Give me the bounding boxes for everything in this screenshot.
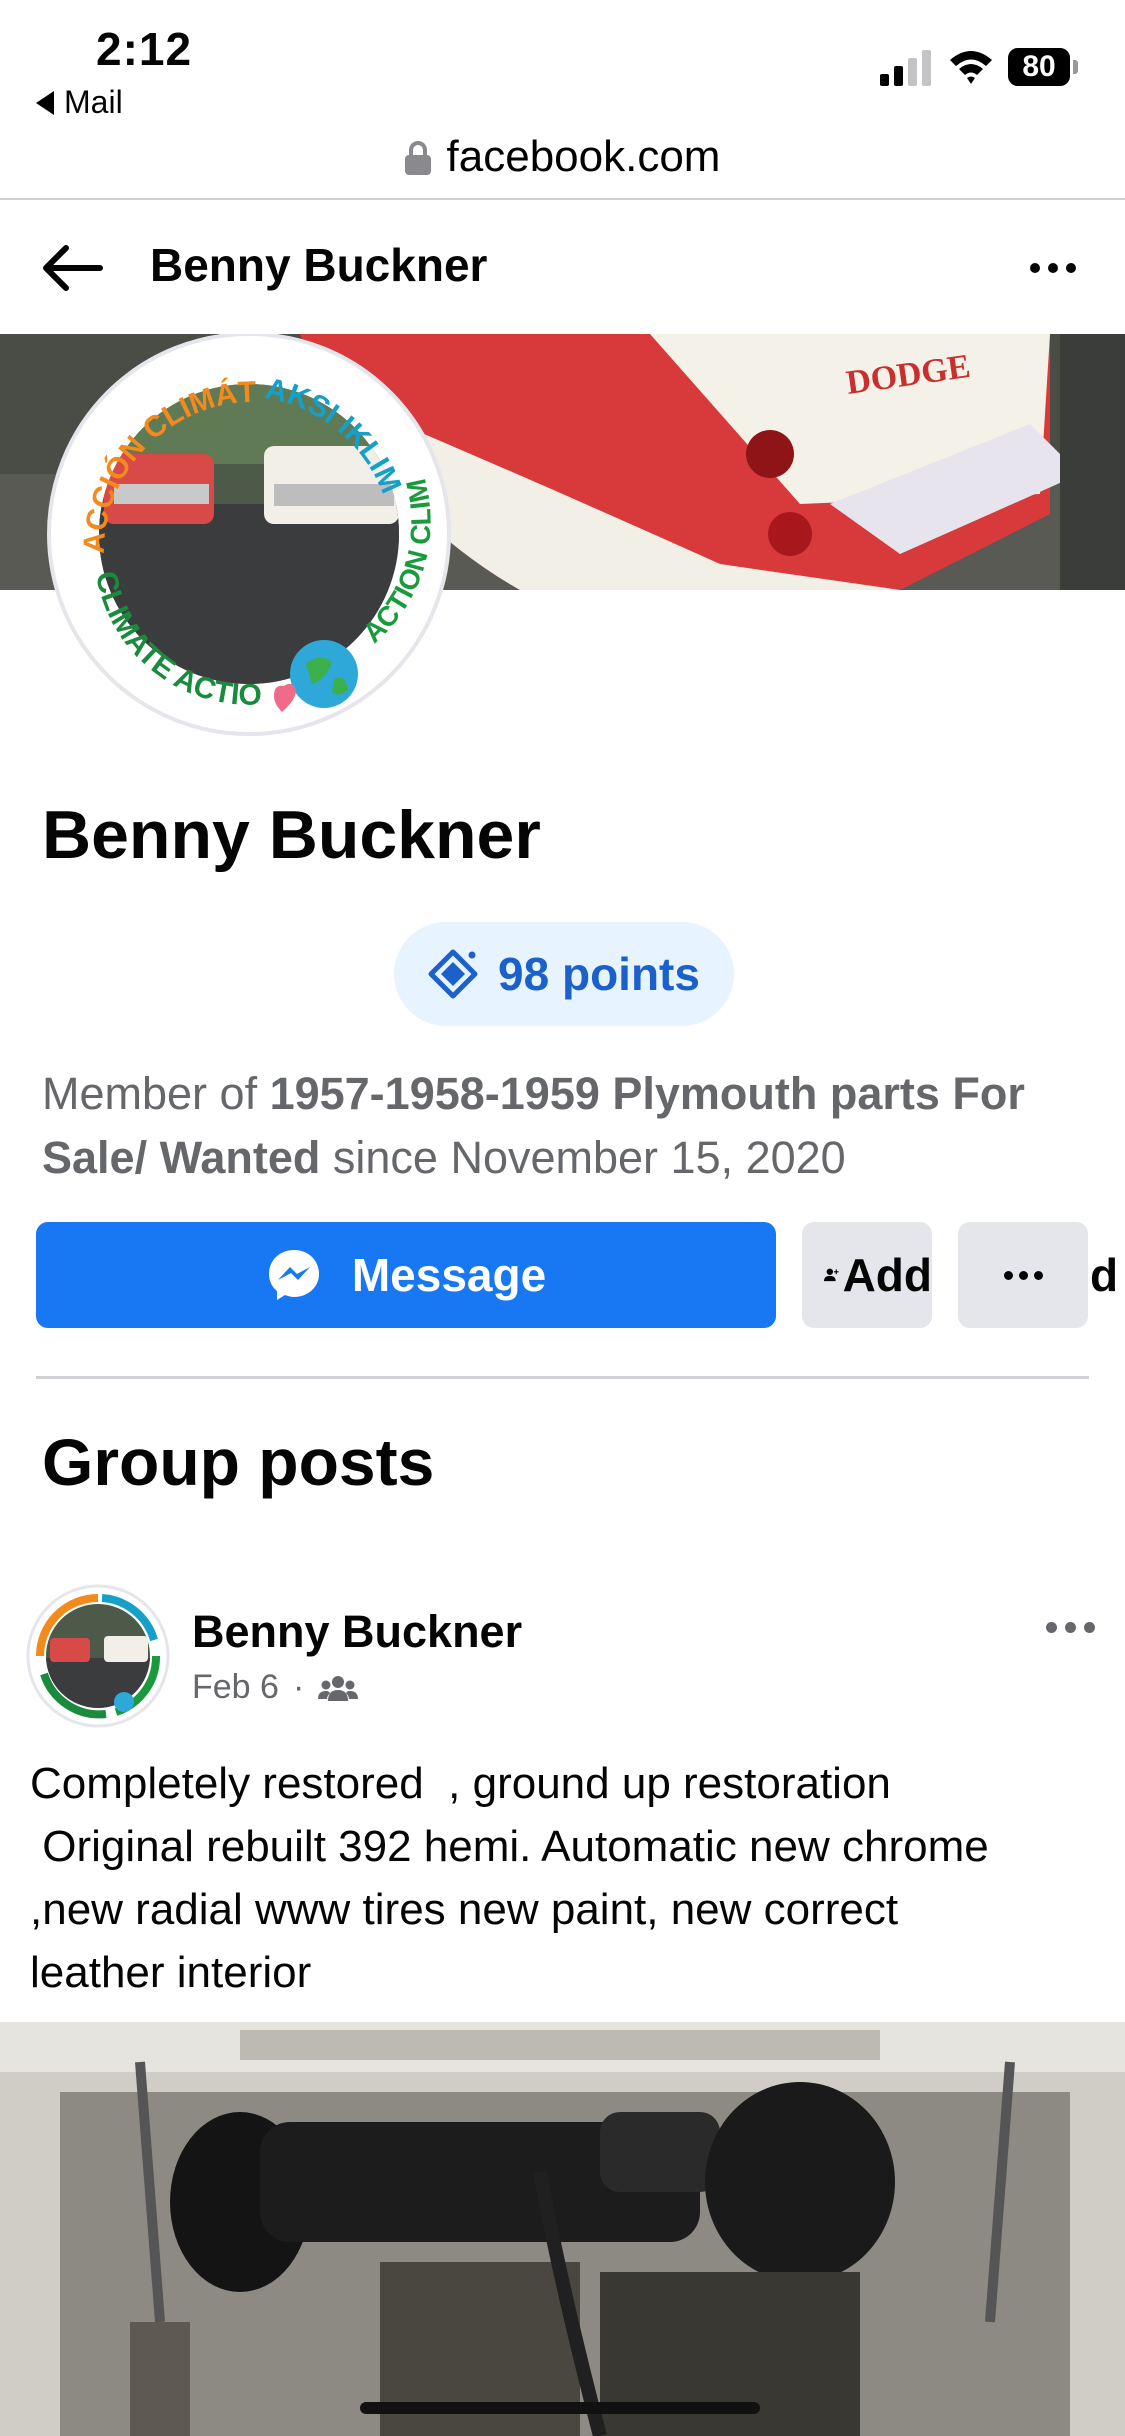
- member-prefix: Member of: [42, 1068, 270, 1119]
- back-triangle-icon: [36, 90, 54, 115]
- add-friend-icon: [824, 1268, 839, 1282]
- message-button[interactable]: Message: [36, 1222, 776, 1328]
- add-friend-label-tail: d: [1090, 1249, 1119, 1301]
- post-engine-photo[interactable]: [0, 2022, 1125, 2436]
- address-bar[interactable]: facebook.com: [0, 118, 1125, 196]
- message-label: Message: [351, 1249, 547, 1301]
- group-posts-heading: Group posts: [42, 1425, 435, 1499]
- more-actions-button[interactable]: [958, 1222, 1088, 1328]
- membership-info: Member of 1957-1958-1959 Plymouth parts …: [42, 1062, 1102, 1190]
- profile-header-bar: Benny Buckner: [0, 200, 1125, 334]
- url-text: facebook.com: [446, 132, 721, 181]
- battery-level: 80: [1008, 48, 1070, 86]
- profile-name: Benny Buckner: [42, 797, 541, 873]
- member-since: since November 15, 2020: [320, 1132, 846, 1183]
- post-options-icon[interactable]: [1046, 1622, 1095, 1633]
- more-options-icon[interactable]: [1030, 258, 1084, 278]
- post-meta: Feb 6 ·: [192, 1668, 359, 1707]
- add-friend-button[interactable]: Add: [802, 1222, 932, 1328]
- points-badge[interactable]: 98 points: [394, 922, 734, 1026]
- home-indicator: [360, 2402, 760, 2414]
- post-date[interactable]: Feb 6: [192, 1668, 279, 1707]
- back-app-label: Mail: [64, 84, 123, 120]
- more-dots-icon: [1003, 1270, 1013, 1280]
- post-author-name[interactable]: Benny Buckner: [192, 1606, 522, 1658]
- post-body-text: Completely restored , ground up restorat…: [30, 1759, 989, 1997]
- wifi-icon: [950, 51, 992, 84]
- messenger-icon: [268, 1250, 319, 1300]
- status-time: 2:12: [96, 23, 193, 75]
- add-friend-label: Add: [842, 1249, 932, 1301]
- group-audience-icon: [318, 1675, 359, 1701]
- status-bar: 2:12 Mail 80: [0, 0, 1125, 130]
- back-to-mail[interactable]: Mail: [36, 84, 123, 121]
- profile-picture[interactable]: ACCIÓN CLIMÁTICA AKSI IKLIM ACTION CLIMA…: [34, 334, 464, 740]
- cellular-signal-icon: [880, 50, 931, 86]
- points-label: 98 points: [498, 948, 700, 1000]
- post-author-avatar[interactable]: [26, 1584, 170, 1728]
- section-divider: [36, 1376, 1089, 1379]
- lock-icon: [404, 141, 431, 175]
- diamond-points-icon: [428, 949, 478, 999]
- battery-indicator: 80: [1008, 48, 1078, 86]
- back-arrow-icon[interactable]: [40, 244, 104, 292]
- header-title: Benny Buckner: [150, 239, 488, 291]
- meta-separator: ·: [292, 1668, 305, 1706]
